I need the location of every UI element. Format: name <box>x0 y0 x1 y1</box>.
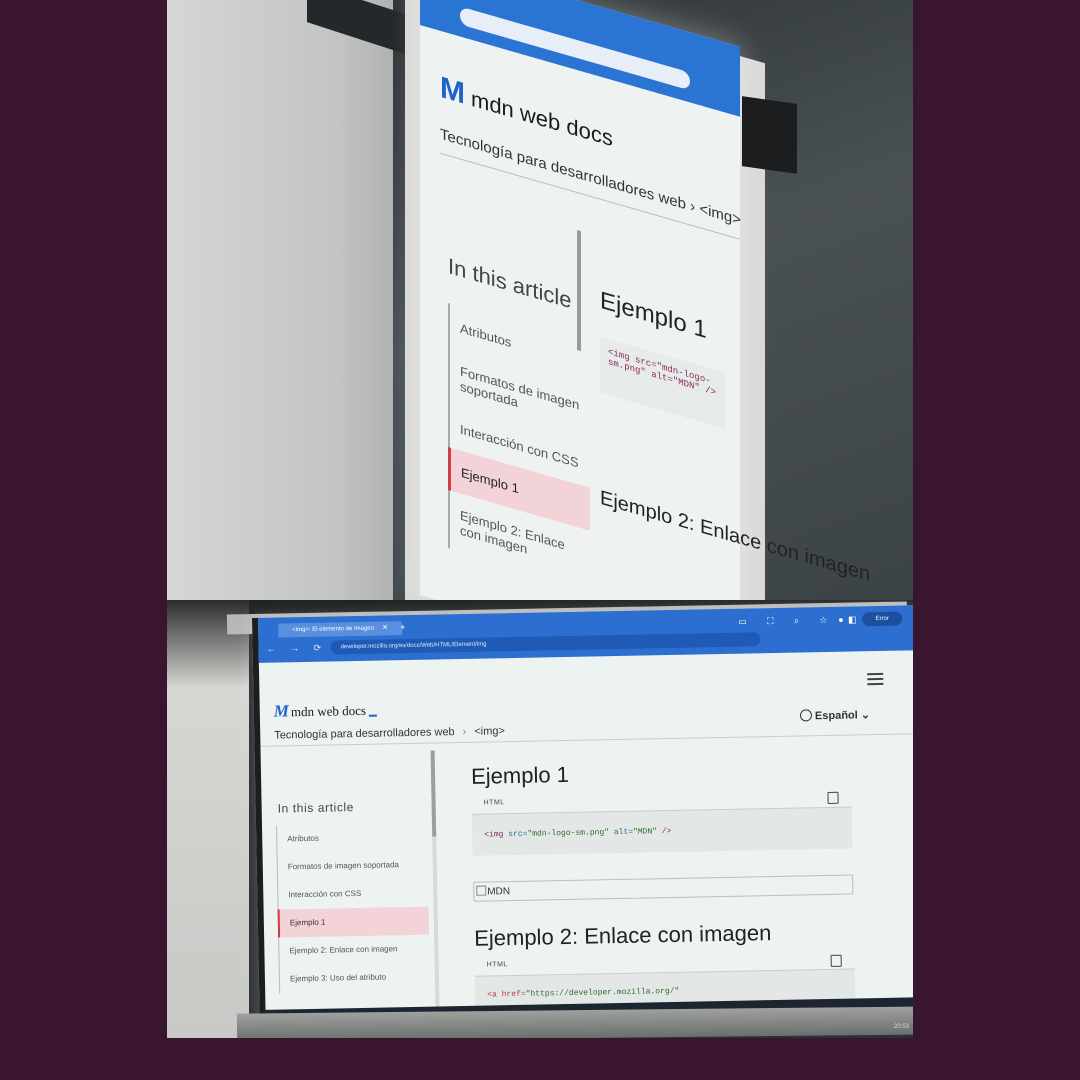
code-attr: src= <box>508 829 528 840</box>
hamburger-menu-icon[interactable] <box>867 670 884 688</box>
globe-icon <box>799 709 813 722</box>
code-tag: /> <box>656 826 672 837</box>
new-tab-icon[interactable]: + <box>400 620 406 634</box>
breadcrumb-root[interactable]: Tecnología para desarrolladores web <box>274 726 455 741</box>
toc-item-ejemplo-3[interactable]: Ejemplo 3: Uso del atributo <box>280 963 431 994</box>
nav-buttons[interactable]: ← → ⟳ <box>266 643 327 655</box>
copy-icon[interactable] <box>830 954 842 967</box>
language-selector[interactable]: Español ⌄ <box>799 708 871 723</box>
toc-title: In this article <box>448 253 572 314</box>
tab-close-icon[interactable]: ✕ <box>382 621 388 635</box>
breadcrumb-leaf[interactable]: <img> <box>699 200 741 229</box>
error-button[interactable]: Error <box>862 611 903 627</box>
toc-item-ejemplo-1[interactable]: Ejemplo 1 <box>277 906 430 938</box>
clock: 20:53 <box>893 1024 909 1030</box>
code-value: "MDN" <box>632 827 658 837</box>
toc-list: Atributos Formatos de imagen soportada I… <box>275 822 431 994</box>
toc-title: In this article <box>277 800 355 816</box>
toc-item-atributos[interactable]: Atributos <box>277 823 428 854</box>
toc-item-ejemplo-2[interactable]: Ejemplo 2: Enlace con imagen <box>279 935 430 966</box>
breadcrumb-sep: › <box>462 725 467 738</box>
code-block-ejemplo-1: <img src="mdn-logo-sm.png" alt="MDN" /> <box>471 806 853 856</box>
error-label: Error <box>875 615 889 623</box>
code-value: "mdn-logo-sm.png" <box>527 828 610 839</box>
code-language-label: HTML <box>486 961 508 969</box>
projected-page-bottom: <img>: El elemento de Imagen ✕ + ← → ⟳ d… <box>252 605 913 1024</box>
breadcrumb: Tecnología para desarrolladores web › <img… <box>274 725 505 741</box>
heading-ejemplo-1: Ejemplo 1 <box>470 761 570 789</box>
address-bar[interactable]: developer.mozilla.org/es/docs/Web/HTML/E… <box>330 632 761 655</box>
breadcrumb-sep: › <box>690 197 700 218</box>
bottom-photo: <img>: El elemento de Imagen ✕ + ← → ⟳ d… <box>167 600 913 1038</box>
wall-left <box>167 600 249 1038</box>
heading-ejemplo-2: Ejemplo 2: Enlace con imagen <box>473 920 772 951</box>
address-text: developer.mozilla.org/es/docs/Web/HTML/E… <box>340 641 487 651</box>
mdn-logo-mark: M <box>273 701 290 721</box>
breadcrumb-leaf[interactable]: <img> <box>474 725 505 738</box>
language-label: Español <box>814 709 858 723</box>
mdn-logo-text: mdn web docs <box>290 702 367 720</box>
copy-icon[interactable] <box>827 791 839 804</box>
toolbar-icons[interactable]: ▭ ⛶ ⌕ ☆ ◧ <box>738 614 866 627</box>
toc-list: Atributos Formatos de imagen soportada I… <box>448 303 590 589</box>
mdn-logo[interactable]: Mmdn web docs <box>274 700 378 722</box>
broken-image: MDN <box>473 874 854 902</box>
code-block: <img src="mdn-logo-sm.png" alt="MDN" /> <box>600 336 725 429</box>
code-value: "https://developer.mozilla.org/" <box>525 986 680 999</box>
tab-title: <img>: El elemento de Imagen <box>292 625 375 634</box>
mdn-logo-mark: M <box>440 70 465 111</box>
code-attr: alt= <box>608 827 634 838</box>
top-photo: Mmdn web docs Tecnología para desarrolla… <box>167 0 913 600</box>
wall-left <box>167 0 412 600</box>
divider <box>440 152 740 240</box>
logo-cursor <box>369 714 378 717</box>
chevron-down-icon: ⌄ <box>860 709 871 722</box>
code-tag: <a href= <box>487 989 526 1000</box>
code-tag: <img <box>484 830 509 840</box>
profile-icon[interactable]: ● <box>838 615 844 625</box>
broken-image-icon <box>476 885 487 896</box>
code-language-label: HTML <box>483 799 505 807</box>
sidebar-scrollbar[interactable] <box>577 230 581 352</box>
wall-speaker <box>742 96 797 174</box>
sidebar-scroll-thumb[interactable] <box>430 750 437 837</box>
heading-ejemplo-1: Ejemplo 1 <box>600 286 707 345</box>
projected-page-top: Mmdn web docs Tecnología para desarrolla… <box>420 0 870 600</box>
toc-item-interaccion[interactable]: Interacción con CSS <box>278 879 429 910</box>
broken-image-alt: MDN <box>487 886 511 898</box>
toc-item-formatos[interactable]: Formatos de imagen soportada <box>278 851 429 882</box>
